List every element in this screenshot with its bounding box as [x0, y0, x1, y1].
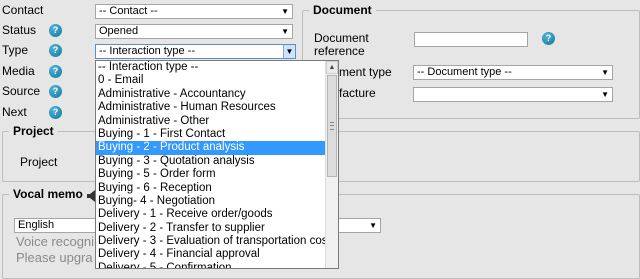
document-reference-input[interactable]: [414, 32, 528, 47]
help-icon[interactable]: ?: [542, 32, 555, 45]
media-label: Media: [2, 64, 35, 78]
document-reference-label-line2: reference: [314, 44, 365, 58]
dropdown-option[interactable]: Buying - 6 - Reception: [96, 182, 338, 195]
dropdown-option[interactable]: -- Interaction type --: [96, 61, 338, 74]
dropdown-option[interactable]: Administrative - Other: [96, 115, 338, 128]
dropdown-option[interactable]: Delivery - 5 - Confirmation: [96, 262, 338, 268]
document-legend: Document: [313, 3, 372, 17]
chevron-down-icon: ▼: [601, 90, 609, 99]
dropdown-option[interactable]: Buying - 1 - First Contact: [96, 128, 338, 141]
document-type-select-value: -- Document type --: [417, 66, 512, 78]
dropdown-option[interactable]: Delivery - 3 - Evaluation of transportat…: [96, 235, 338, 248]
status-label: Status: [2, 23, 37, 37]
scrollbar-thumb[interactable]: [327, 75, 337, 177]
status-select[interactable]: Opened ▼: [95, 24, 293, 39]
project-legend: Project: [13, 124, 54, 138]
dropdown-list: -- Interaction type -- 0 - Email Administr…: [96, 61, 338, 268]
manufacture-select[interactable]: ▼: [413, 87, 613, 102]
chevron-down-icon: ▼: [281, 7, 289, 16]
status-select-value: Opened: [99, 25, 139, 37]
dropdown-option[interactable]: Buying - 2 - Product analysis: [96, 141, 338, 155]
document-reference-label: Document reference: [314, 32, 369, 58]
language-select-value: English: [18, 219, 55, 231]
chevron-down-icon[interactable]: ▼: [283, 45, 295, 58]
dropdown-option[interactable]: 0 - Email: [96, 74, 338, 87]
dropdown-option[interactable]: Delivery - 4 - Financial approval: [96, 248, 338, 261]
help-icon[interactable]: ?: [49, 24, 62, 37]
help-icon[interactable]: ?: [49, 44, 62, 57]
scroll-up-icon[interactable]: ▲: [326, 61, 338, 74]
voice-recognition-info: Voice recogni: [16, 234, 95, 249]
speaker-icon[interactable]: [87, 190, 95, 202]
next-label: Next: [2, 105, 27, 119]
document-type-select[interactable]: -- Document type -- ▼: [413, 65, 613, 80]
dropdown-option[interactable]: Delivery - 1 - Receive order/goods: [96, 208, 338, 221]
contact-select-value: -- Contact --: [99, 5, 158, 17]
manufacture-label: facture: [339, 86, 376, 100]
type-select-value: -- Interaction type --: [99, 45, 195, 57]
dropdown-option[interactable]: Buying- 4 - Negotiation: [96, 195, 338, 208]
type-label: Type: [2, 43, 29, 57]
dropdown-option[interactable]: Buying - 5 - Order form: [96, 168, 338, 181]
dropdown-scrollbar[interactable]: ▲: [325, 61, 338, 268]
chevron-down-icon: ▼: [281, 27, 289, 36]
chevron-down-icon: ▼: [601, 68, 609, 77]
interaction-type-dropdown[interactable]: -- Interaction type -- 0 - Email Administr…: [95, 60, 339, 269]
upgrade-info: Please upgra: [16, 250, 93, 265]
project-label: Project: [20, 155, 58, 169]
dropdown-option[interactable]: Administrative - Accountancy: [96, 88, 338, 101]
help-icon[interactable]: ?: [49, 65, 62, 78]
dropdown-option[interactable]: Administrative - Human Resources: [96, 101, 338, 114]
contact-select[interactable]: -- Contact -- ▼: [95, 4, 293, 19]
type-select[interactable]: -- Interaction type -- ▼: [95, 44, 296, 59]
source-label: Source: [2, 84, 41, 98]
vocal-memo-legend: Vocal memo: [13, 187, 83, 201]
dropdown-option[interactable]: Delivery - 2 - Transfer to supplier: [96, 222, 338, 235]
contact-label: Contact: [2, 3, 44, 17]
dropdown-option[interactable]: Buying - 3 - Quotation analysis: [96, 155, 338, 168]
help-icon[interactable]: ?: [49, 85, 62, 98]
chevron-down-icon: ▼: [369, 221, 377, 230]
help-icon[interactable]: ?: [49, 106, 62, 119]
document-type-label: ment type: [339, 65, 392, 79]
